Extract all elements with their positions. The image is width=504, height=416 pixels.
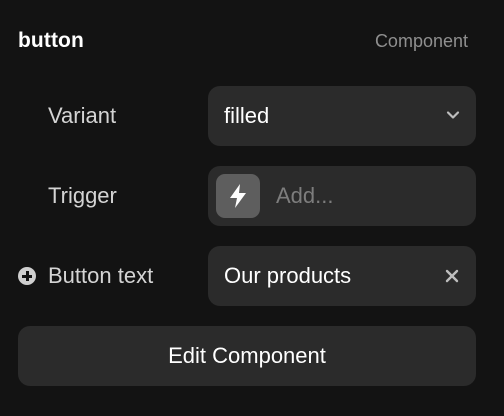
variant-select[interactable]: filled xyxy=(208,86,476,146)
component-type-label: Component xyxy=(374,30,468,51)
variant-row: Variant filled xyxy=(0,86,504,146)
button-text-row: Button text Our products xyxy=(0,246,504,306)
trigger-icon-button[interactable] xyxy=(216,174,260,218)
button-text-value: Our products xyxy=(224,263,352,288)
button-text-input[interactable]: Our products xyxy=(208,246,476,306)
chevron-down-icon xyxy=(446,111,460,119)
panel-header: button Component xyxy=(18,26,468,56)
close-icon[interactable] xyxy=(444,268,460,284)
trigger-label: Trigger xyxy=(48,183,117,208)
button-text-label: Button text xyxy=(48,263,154,288)
plus-circle-icon[interactable] xyxy=(18,267,36,285)
trigger-placeholder: Add... xyxy=(276,183,334,208)
variant-value: filled xyxy=(224,103,270,128)
edit-component-button[interactable]: Edit Component xyxy=(18,326,476,386)
lightning-bolt-icon xyxy=(230,184,246,208)
trigger-row: Trigger Add... xyxy=(0,166,504,226)
component-name: button xyxy=(18,29,84,52)
trigger-field[interactable]: Add... xyxy=(208,166,476,226)
variant-label: Variant xyxy=(48,103,117,128)
